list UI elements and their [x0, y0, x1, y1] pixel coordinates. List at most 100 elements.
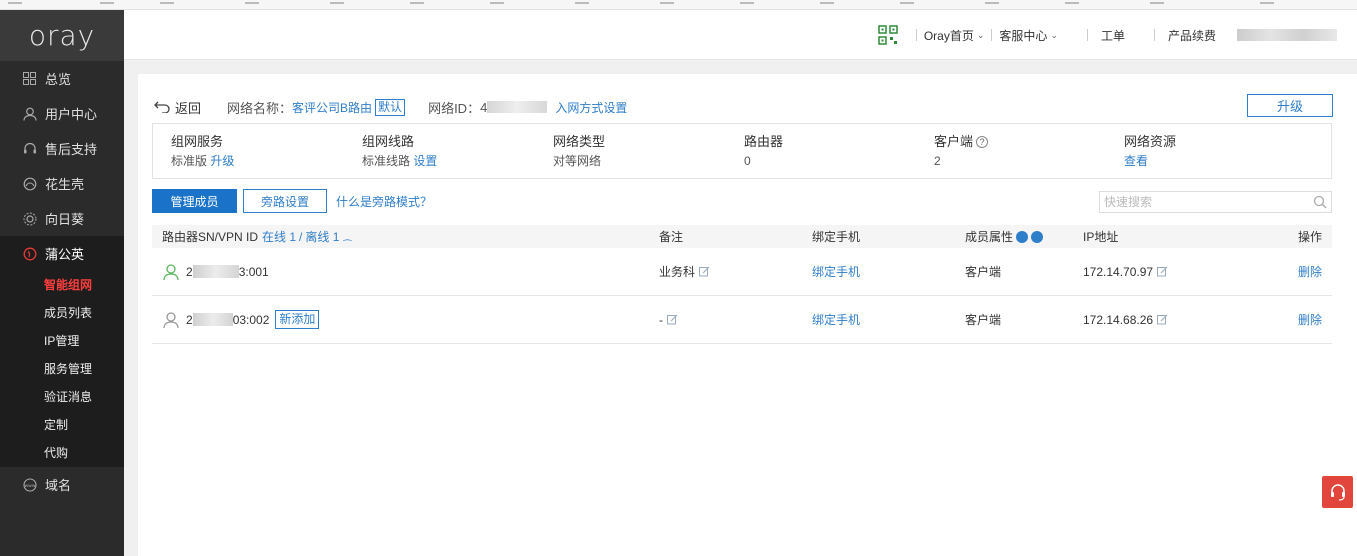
client-filter-icon[interactable] [1031, 230, 1044, 243]
renew-link[interactable]: 产品续费 [1165, 27, 1219, 44]
top-header: Oray首页 ⌄ 客服中心 ⌄ 工单 产品续费 [124, 10, 1357, 60]
delete-link[interactable]: 删除 [1298, 311, 1322, 328]
bind-phone-link[interactable]: 绑定手机 [812, 311, 860, 328]
username-blurred[interactable] [1237, 29, 1337, 41]
sidebar-item-label: 蒲公英 [45, 247, 85, 262]
floating-support-button[interactable] [1322, 476, 1353, 508]
edit-icon[interactable] [667, 314, 678, 325]
router-filter-icon[interactable] [1016, 230, 1029, 243]
table-row: 2 03:002 新添加 - 绑定手机 客户端 172.14.68.26 删除 [152, 296, 1332, 344]
col-sn: 路由器SN/VPN ID 在线 1 / 离线 1 ⁔ [162, 225, 351, 248]
sidebar-sub-member-list[interactable]: 成员列表 [0, 299, 124, 327]
member-id-prefix: 2 [186, 264, 193, 279]
bypass-settings-tab[interactable]: 旁路设置 [243, 189, 327, 213]
sidebar-sub-verify-messages[interactable]: 验证消息 [0, 383, 124, 411]
edit-icon[interactable] [699, 266, 710, 277]
sidebar-item-overview[interactable]: 总览 [0, 61, 124, 96]
quick-search [1099, 191, 1332, 213]
service-center-label: 客服中心 [999, 28, 1048, 43]
search-input[interactable] [1100, 192, 1312, 212]
attr-cell: 客户端 [965, 313, 1002, 327]
header-divider [1153, 29, 1155, 41]
note-value: - [659, 312, 663, 327]
bind-phone-cell: 绑定手机 [812, 296, 860, 343]
info-value: 标准线路 [362, 154, 411, 168]
info-value: 对等网络 [553, 154, 602, 168]
chevron-down-icon: ⌄ [976, 29, 985, 40]
sidebar-sub-ip-manage[interactable]: IP管理 [0, 327, 124, 355]
info-value: 标准版 [171, 154, 208, 168]
dandelion-icon [22, 246, 37, 261]
sidebar-item-label: 花生壳 [45, 177, 85, 192]
delete-link[interactable]: 删除 [1298, 263, 1322, 280]
sunflower-icon [22, 211, 37, 226]
member-id-prefix: 2 [186, 312, 193, 327]
sidebar-sub-custom[interactable]: 定制 [0, 411, 124, 439]
network-id-label: 网络ID： [428, 100, 481, 116]
sidebar-sub-service-manage[interactable]: 服务管理 [0, 355, 124, 383]
help-question-icon[interactable]: ? [976, 136, 989, 148]
sidebar-item-user-center[interactable]: 用户中心 [0, 96, 124, 131]
upgrade-button[interactable]: 升级 [1247, 94, 1333, 117]
offline-filter-link[interactable]: 离线 1 [305, 228, 339, 245]
ip-cell: 172.14.68.26 [1083, 296, 1168, 343]
view-resources-link[interactable]: 查看 [1124, 154, 1148, 168]
sidebar-item-support[interactable]: 售后支持 [0, 131, 124, 166]
headset-icon [1330, 484, 1345, 501]
op-cell: 删除 [1298, 296, 1322, 343]
sidebar-item-domain[interactable]: www 域名 [0, 467, 124, 502]
col-sn-label: 路由器SN/VPN ID [162, 230, 259, 244]
table-header: 路由器SN/VPN ID 在线 1 / 离线 1 ⁔ 备注 绑定手机 成员属性 … [152, 225, 1332, 248]
edit-icon[interactable] [1157, 266, 1168, 277]
sidebar-item-label: 总览 [45, 72, 72, 87]
sidebar: oray 总览 用户中心 售后支持 花生壳 向日葵 蒲公英 智能组网 成员列表 [0, 10, 124, 556]
info-router: 路由器 0 [744, 132, 783, 170]
sidebar-item-peanut[interactable]: 花生壳 [0, 166, 124, 201]
ip-cell: 172.14.70.97 [1083, 248, 1168, 295]
sort-wave-icon[interactable]: ⁔ [343, 231, 351, 242]
upgrade-link[interactable]: 升级 [210, 154, 234, 168]
edit-icon[interactable] [1157, 314, 1168, 325]
member-online-icon [163, 263, 179, 280]
member-offline-icon [163, 311, 179, 328]
qr-code-icon[interactable] [878, 25, 898, 45]
bypass-help-link[interactable]: 什么是旁路模式？ [336, 193, 432, 210]
browser-bookmark-strip [0, 0, 1357, 10]
sidebar-sub-purchase[interactable]: 代购 [0, 439, 124, 467]
network-name-label: 网络名称： [227, 100, 293, 116]
note-cell: - [659, 296, 678, 343]
info-line: 组网线路 标准线路 设置 [362, 132, 437, 170]
online-filter-link[interactable]: 在线 1 [262, 228, 296, 245]
header-right: Oray首页 ⌄ 客服中心 ⌄ 工单 产品续费 [878, 10, 1357, 60]
logo-area[interactable]: oray [0, 10, 124, 61]
line-setting-link[interactable]: 设置 [413, 154, 437, 168]
manage-members-tab[interactable]: 管理成员 [152, 189, 237, 213]
bind-phone-link[interactable]: 绑定手机 [812, 263, 860, 280]
info-value: 2 [934, 154, 941, 168]
oray-logo[interactable]: oray [29, 19, 95, 52]
grid-icon [22, 71, 37, 86]
network-info-bar: 返回 网络名称： 客评公司B路由 默认 网络ID： 4 入网方式设置 [138, 96, 1357, 118]
search-icon[interactable] [1312, 194, 1328, 210]
member-id-blurred [192, 313, 233, 326]
join-method-link[interactable]: 入网方式设置 [555, 99, 627, 116]
member-id-cell: 2 03:002 新添加 [162, 296, 320, 343]
back-button[interactable]: 返回 [154, 98, 201, 117]
sidebar-sub-smart-network[interactable]: 智能组网 [0, 271, 124, 299]
sidebar-item-dandelion[interactable]: 蒲公英 [0, 236, 124, 271]
note-cell: 业务科 [659, 248, 710, 295]
attr-cell: 客户端 [965, 265, 1002, 279]
ticket-link[interactable]: 工单 [1098, 27, 1128, 44]
main-panel: 返回 网络名称： 客评公司B路由 默认 网络ID： 4 入网方式设置 升级 组网… [138, 74, 1357, 556]
back-arrow-icon [154, 101, 170, 113]
network-name-value[interactable]: 客评公司B路由 [292, 99, 372, 116]
oray-home-label: Oray首页 [923, 28, 974, 43]
service-center-link[interactable]: 客服中心 ⌄ [996, 27, 1061, 44]
sidebar-item-sunflower[interactable]: 向日葵 [0, 201, 124, 236]
www-icon: www [22, 477, 37, 492]
oray-home-link[interactable]: Oray首页 ⌄ [921, 27, 988, 44]
sidebar-item-label: 域名 [45, 478, 72, 493]
col-attr-label: 成员属性 [965, 230, 1014, 244]
network-id-blurred [487, 101, 548, 113]
op-cell: 删除 [1298, 248, 1322, 295]
